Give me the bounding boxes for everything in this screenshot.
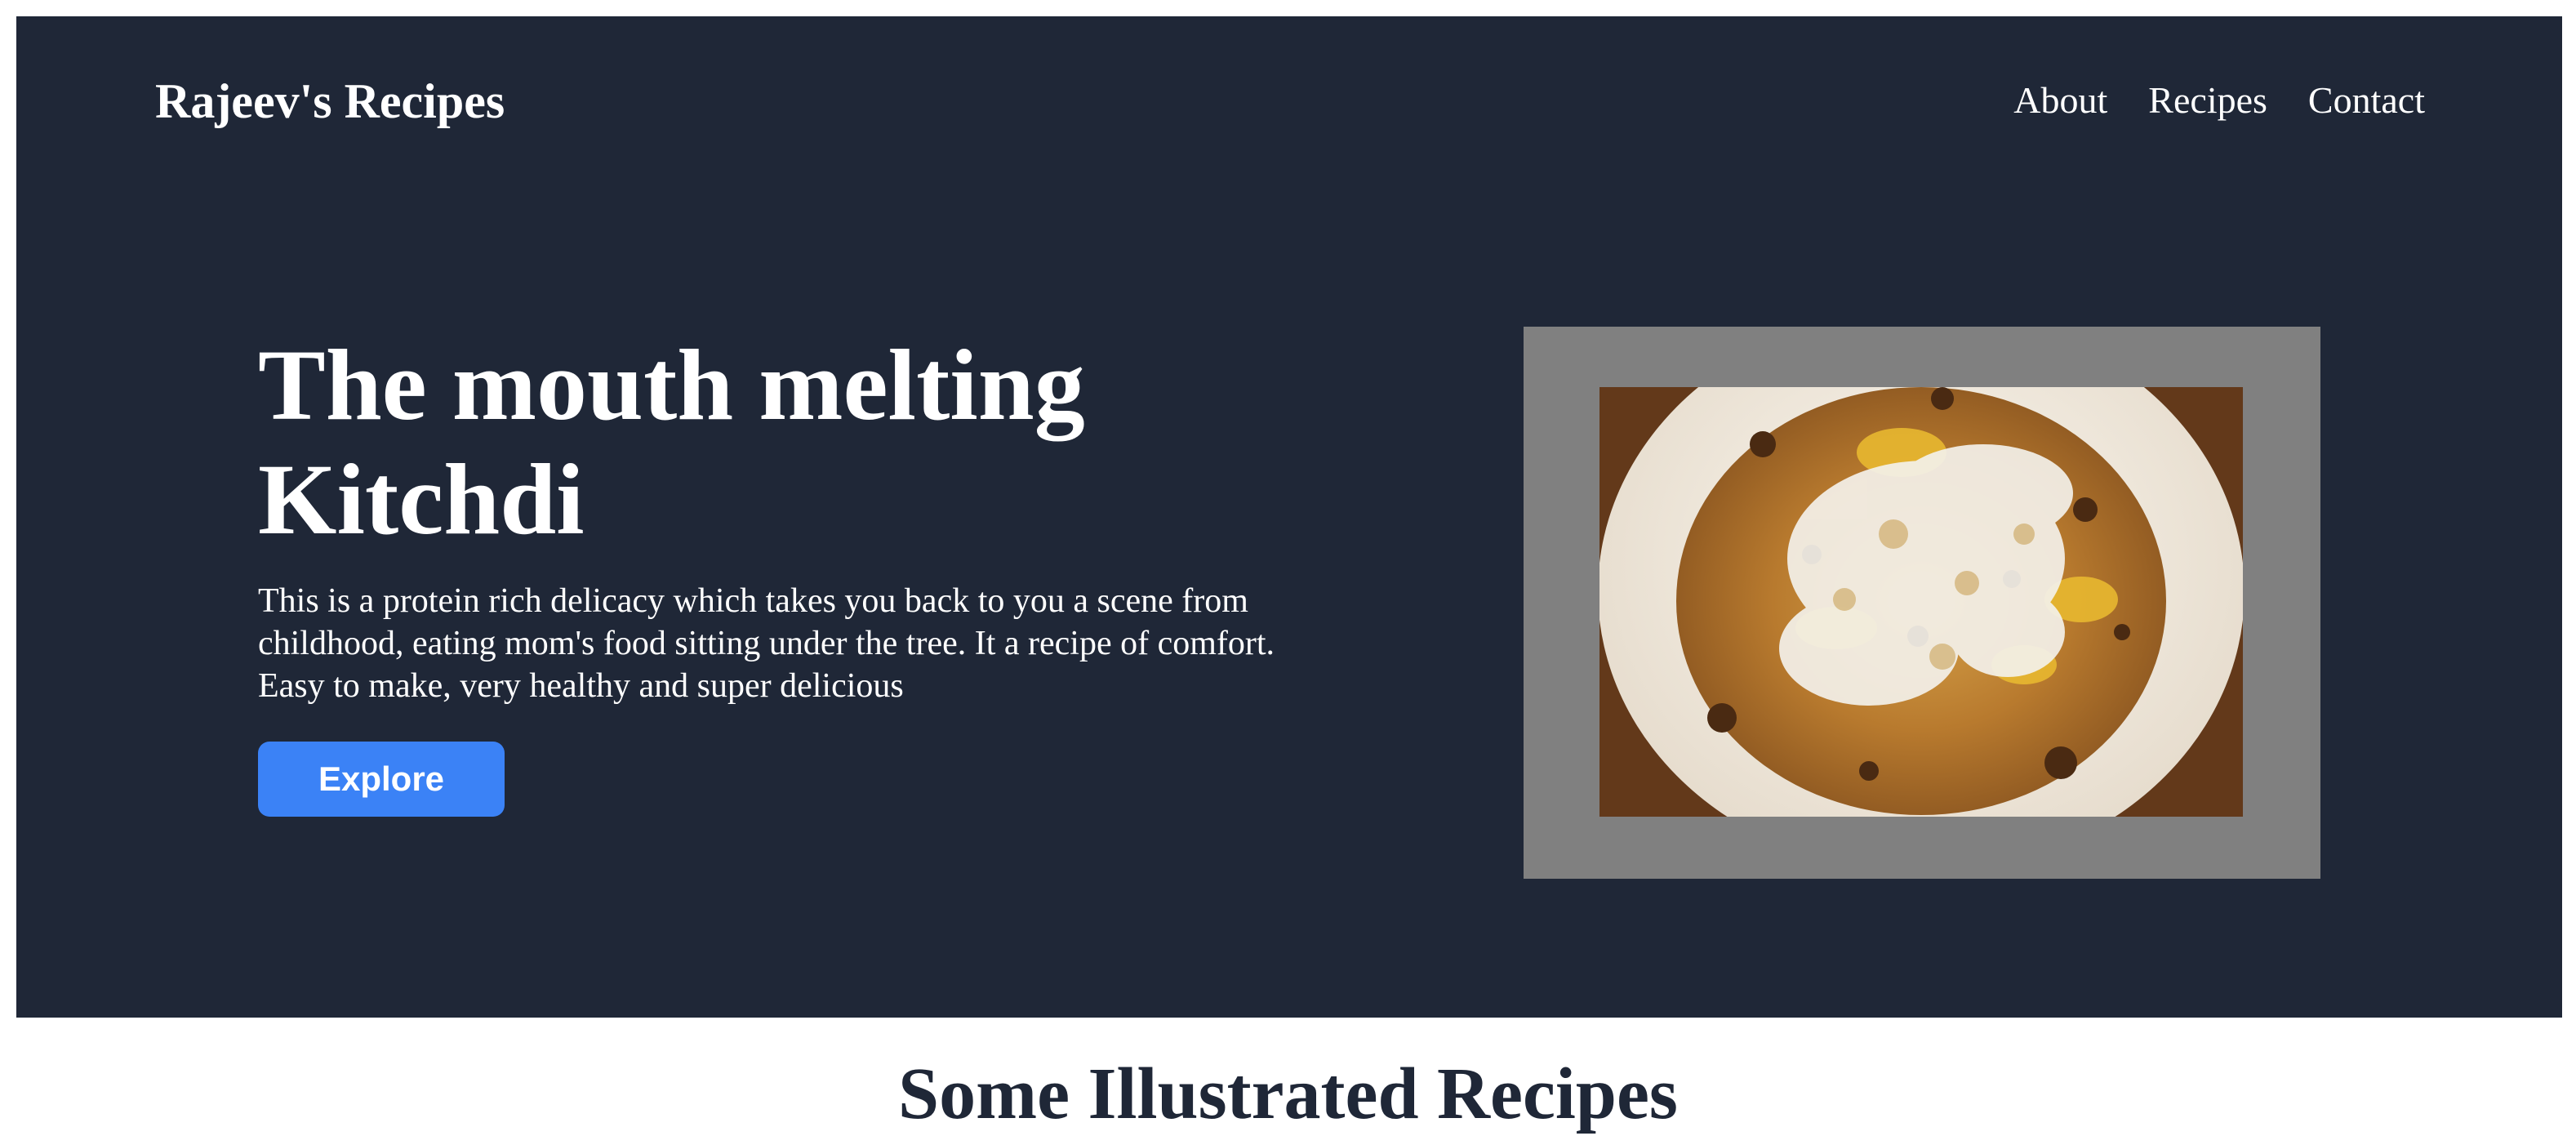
kitchdi-bowl-image	[1599, 387, 2243, 817]
kitchdi-bowl-illustration	[1599, 387, 2243, 817]
main-nav: About Recipes Contact	[2013, 78, 2425, 122]
hero-image-frame	[1524, 327, 2320, 879]
explore-button[interactable]: Explore	[258, 742, 505, 817]
hero-section: Rajeev's Recipes About Recipes Contact T…	[16, 16, 2562, 1018]
site-brand[interactable]: Rajeev's Recipes	[155, 74, 505, 130]
nav-link-recipes[interactable]: Recipes	[2148, 78, 2267, 122]
nav-link-about[interactable]: About	[2013, 78, 2107, 122]
illustrated-recipes-heading: Some Illustrated Recipes	[898, 1054, 1678, 1134]
nav-link-contact[interactable]: Contact	[2308, 78, 2425, 122]
hero-description: This is a protein rich delicacy which ta…	[258, 582, 1275, 705]
hero-title: The mouth melting Kitchdi	[258, 329, 1085, 555]
